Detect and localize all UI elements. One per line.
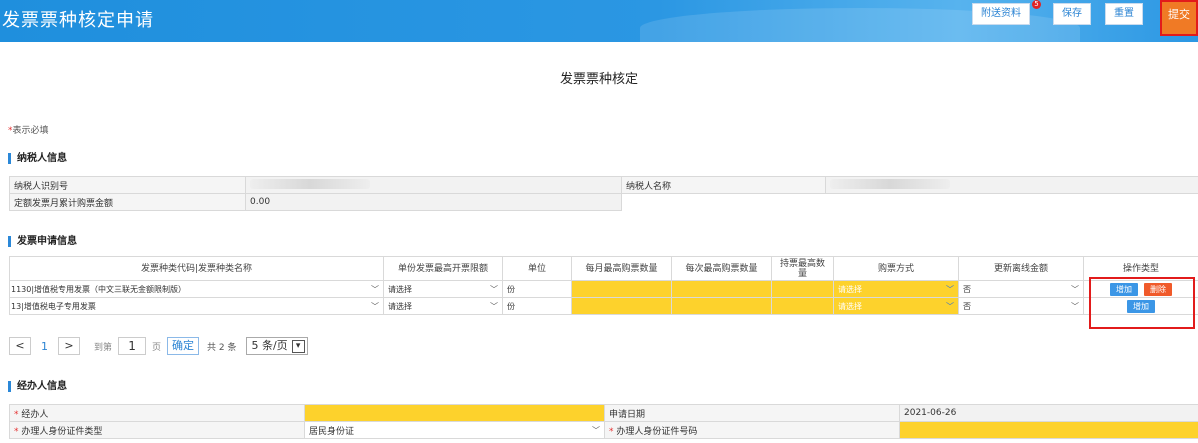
apply-date-label: 申请日期 [604,404,900,422]
required-star: * [609,426,614,437]
taxpayer-id-value [245,176,622,194]
hold-max-input[interactable] [771,297,834,315]
invoice-type-select[interactable]: 1130|增值税专用发票（中文三联无金额限制版） ﹀ [9,280,384,298]
col-hold-max: 持票最高数量 [771,256,834,281]
attach-docs-button[interactable]: 附送资料 [972,3,1030,25]
col-buy-method: 购票方式 [833,256,959,281]
chevron-down-icon: ﹀ [490,284,498,294]
prev-page-button[interactable]: < [9,337,31,355]
col-type: 发票种类代码|发票种类名称 [9,256,384,281]
required-note-text: 表示必填 [12,126,49,136]
document-title: 发票票种核定 [559,72,638,87]
goto-confirm-button[interactable]: 确定 [167,337,200,355]
apply-table: 发票种类代码|发票种类名称 单份发票最高开票限额 单位 每月最高购票数量 每次最… [9,256,1198,315]
unit-value: 份 [502,280,572,298]
taxpayer-id-label: 纳税人识别号 [9,176,246,194]
hold-max-input[interactable] [771,280,834,298]
section-apply: 发票申请信息 [8,236,77,247]
page-unit-label: 页 [152,342,162,353]
buy-method-select[interactable]: 请选择 ﹀ [833,280,959,298]
offline-amount-select[interactable]: 否 ﹀ [958,280,1084,298]
unit-value: 份 [502,297,572,315]
section-taxpayer: 纳税人信息 [8,153,67,164]
chevron-down-icon: ﹀ [592,425,600,435]
apply-header-row: 发票种类代码|发票种类名称 单份发票最高开票限额 单位 每月最高购票数量 每次最… [9,256,1198,281]
goto-label: 到第 [94,342,113,353]
invoice-type-select[interactable]: 13|增值税电子专用发票 ﹀ [9,297,384,315]
table-row: 1130|增值税专用发票（中文三联无金额限制版） ﹀ 请选择 ﹀ 份 请选择 ﹀ 否 ﹀… [9,280,1198,298]
redacted-value [830,178,950,189]
quota-value: 0.00 [245,193,622,211]
chevron-down-icon: ﹀ [371,284,379,294]
quota-label: 定额发票月累计购票金额 [9,193,246,211]
page-number[interactable]: 1 [41,340,48,353]
col-monthly-max: 每月最高购票数量 [571,256,672,281]
chevron-down-icon: ﹀ [490,301,498,311]
id-type-label: * 办理人身份证件类型 [9,421,305,439]
page-size-select[interactable]: 5 条/页 ▾ [246,337,308,355]
goto-page-input[interactable]: 1 [118,337,147,355]
per-max-input[interactable] [671,280,772,298]
submit-button[interactable]: 提交 [1160,0,1198,36]
agent-input[interactable] [304,404,605,422]
required-note: *表示必填 [8,123,49,136]
reset-button[interactable]: 重置 [1105,3,1143,25]
taxpayer-name-label: 纳税人名称 [621,176,826,194]
redacted-value [250,178,370,189]
notification-badge: 5 [1032,0,1041,9]
col-limit: 单份发票最高开票限额 [383,256,503,281]
offline-amount-select[interactable]: 否 ﹀ [958,297,1084,315]
next-page-button[interactable]: > [58,337,80,355]
id-number-label: * 办理人身份证件号码 [604,421,900,439]
required-star: * [14,409,19,420]
chevron-down-icon: ﹀ [1071,301,1079,311]
id-type-select[interactable]: 居民身份证 ﹀ [304,421,605,439]
highlight-box [1089,277,1195,329]
taxpayer-name-value [825,176,1198,194]
chevron-down-icon: ▾ [291,339,305,353]
chevron-down-icon: ﹀ [371,301,379,311]
taxpayer-table: 纳税人识别号 纳税人名称 定额发票月累计购票金额 0.00 [9,176,1198,211]
limit-select[interactable]: 请选择 ﹀ [383,297,503,315]
col-offline-amount: 更新离线金额 [958,256,1084,281]
monthly-max-input[interactable] [571,280,672,298]
col-per-max: 每次最高购票数量 [671,256,772,281]
table-row: 13|增值税电子专用发票 ﹀ 请选择 ﹀ 份 请选择 ﹀ 否 ﹀ 增加 [9,297,1198,315]
buy-method-select[interactable]: 请选择 ﹀ [833,297,959,315]
col-unit: 单位 [502,256,572,281]
page-title: 发票票种核定申请 [2,10,154,31]
chevron-down-icon: ﹀ [946,301,954,311]
agent-table: * 经办人 申请日期 2021-06-26 * 办理人身份证件类型 居民身份证 ﹀… [9,404,1198,439]
section-agent: 经办人信息 [8,381,67,392]
chevron-down-icon: ﹀ [1071,284,1079,294]
chevron-down-icon: ﹀ [946,284,954,294]
limit-select[interactable]: 请选择 ﹀ [383,280,503,298]
save-button[interactable]: 保存 [1053,3,1091,25]
total-count: 共 2 条 [207,342,237,353]
monthly-max-input[interactable] [571,297,672,315]
per-max-input[interactable] [671,297,772,315]
pagination: < 1 > 到第 1 页 确定 共 2 条 5 条/页 ▾ [9,336,308,356]
apply-date-value: 2021-06-26 [899,404,1198,422]
id-number-input[interactable] [899,421,1198,439]
required-star: * [14,426,19,437]
agent-label: * 经办人 [9,404,305,422]
